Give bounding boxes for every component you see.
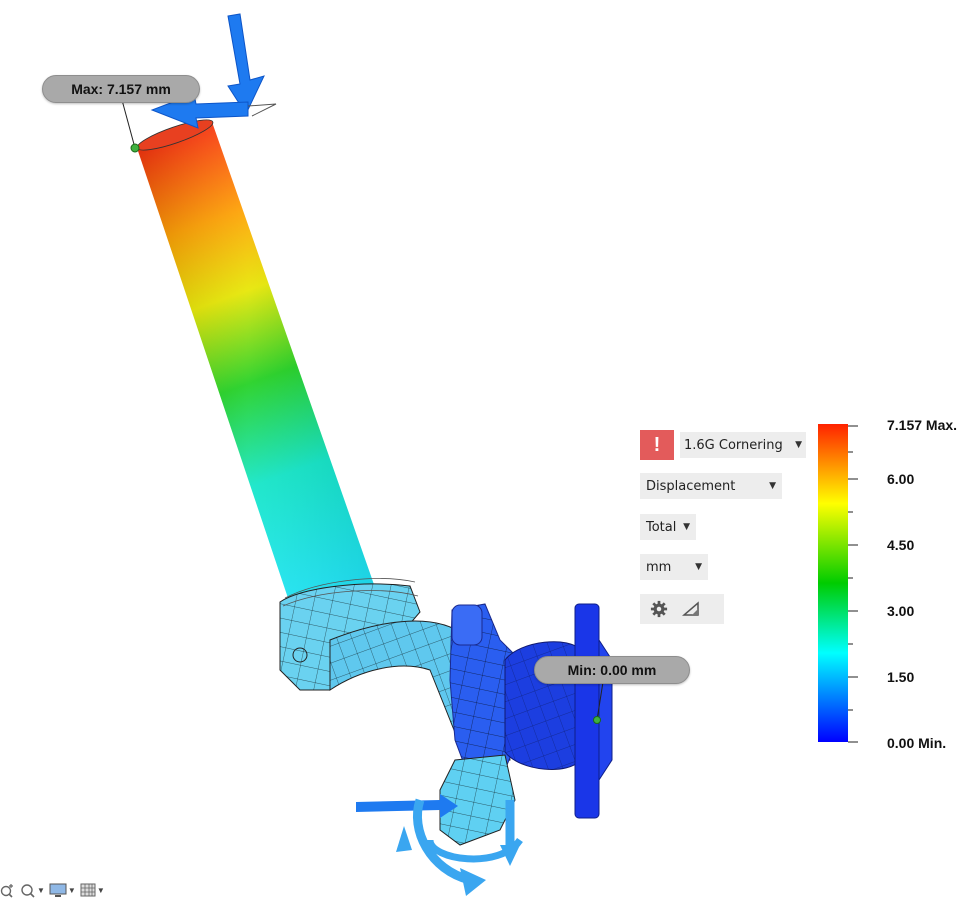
unit-label: mm [646, 559, 672, 575]
chevron-down-icon: ▼ [96, 885, 105, 895]
max-probe [121, 99, 140, 153]
chevron-down-icon: ▼ [769, 481, 776, 491]
lower-mount[interactable] [439, 754, 516, 846]
wheel-hub[interactable] [504, 603, 613, 819]
min-callout-label: Min: 0.00 mm [567, 662, 657, 678]
model-viewport[interactable] [0, 0, 969, 900]
component-row: Total ▼ [640, 514, 696, 540]
chevron-down-icon: ▼ [795, 440, 802, 450]
warning-icon[interactable]: ! [640, 430, 674, 460]
load-case-row: ! 1.6G Cornering ▼ [640, 430, 806, 460]
chevron-down-icon: ▼ [683, 522, 690, 532]
unit-dropdown[interactable]: mm ▼ [640, 554, 708, 580]
legend-label-min: 0.00 Min. [887, 735, 947, 751]
max-callout-label: Max: 7.157 mm [71, 81, 171, 97]
panel-tools-row [640, 594, 724, 624]
legend-label-1-5: 1.50 [887, 669, 915, 685]
deformation-scale-icon[interactable] [682, 601, 700, 617]
unit-row: mm ▼ [640, 554, 708, 580]
zoom-icon[interactable]: ▼ [20, 882, 45, 898]
color-legend [818, 424, 858, 743]
min-displacement-callout[interactable]: Min: 0.00 mm [534, 656, 690, 684]
load-case-label: 1.6G Cornering [684, 437, 783, 453]
chevron-down-icon: ▼ [695, 562, 702, 572]
max-displacement-callout[interactable]: Max: 7.157 mm [42, 75, 200, 103]
result-type-dropdown[interactable]: Displacement ▼ [640, 473, 782, 499]
zoom-window-icon[interactable] [0, 882, 16, 898]
steering-column-tube[interactable] [135, 114, 378, 610]
chevron-down-icon: ▼ [37, 885, 45, 895]
result-type-row: Displacement ▼ [640, 473, 782, 499]
grid-settings-icon[interactable]: ▼ [80, 882, 105, 898]
load-case-dropdown[interactable]: 1.6G Cornering ▼ [680, 432, 806, 458]
navigation-toolbar: ▼ ▼ ▼ [0, 880, 105, 900]
chevron-down-icon: ▼ [67, 885, 76, 895]
component-dropdown[interactable]: Total ▼ [640, 514, 696, 540]
legend-label-3: 3.00 [887, 603, 915, 619]
component-label: Total [646, 519, 677, 535]
legend-label-4-5: 4.50 [887, 537, 915, 553]
legend-label-6: 6.00 [887, 471, 915, 487]
legend-label-max: 7.157 Max. [887, 417, 958, 433]
gear-icon[interactable] [650, 600, 668, 618]
display-settings-icon[interactable]: ▼ [49, 882, 76, 898]
load-arrow-downward[interactable] [227, 13, 265, 116]
panel-tools [640, 594, 724, 624]
result-type-label: Displacement [646, 478, 736, 494]
